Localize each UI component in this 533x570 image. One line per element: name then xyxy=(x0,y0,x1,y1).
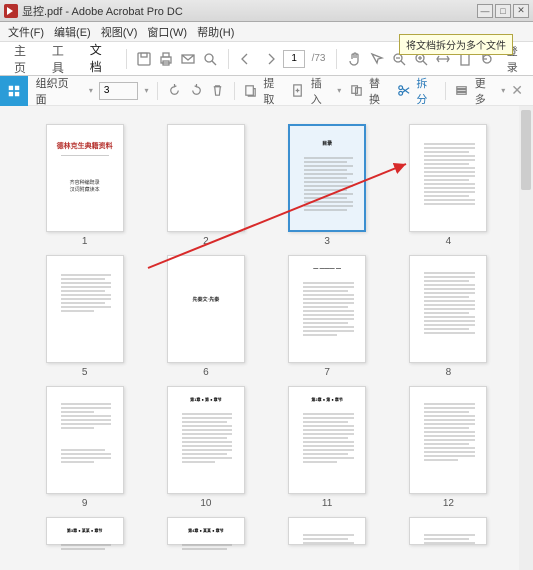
print-icon[interactable] xyxy=(158,50,174,68)
page-thumbnail-11[interactable]: 第2章 ● 第 ● 章节 11 xyxy=(271,386,384,509)
page-thumbnail-16[interactable] xyxy=(392,517,505,545)
tab-home[interactable]: 主页 xyxy=(8,38,40,80)
page-label: 2 xyxy=(203,236,209,247)
mail-icon[interactable] xyxy=(180,50,196,68)
close-toolbar-button[interactable]: ✕ xyxy=(511,82,523,99)
page-number-input[interactable]: 1 xyxy=(283,50,305,68)
page-thumbnail-4[interactable]: 4 xyxy=(392,124,505,247)
menu-help[interactable]: 帮助(H) xyxy=(193,22,238,42)
organize-label: 组织页面 xyxy=(32,75,83,107)
page-select-input[interactable]: 3 xyxy=(99,82,139,100)
page-label: 7 xyxy=(324,367,330,378)
page-label: 5 xyxy=(82,367,88,378)
page-thumbnail-6[interactable]: 先秦文·先秦 6 xyxy=(149,255,262,378)
dropdown-icon[interactable]: ▾ xyxy=(142,86,150,95)
minimize-button[interactable]: — xyxy=(477,4,493,18)
tooltip: 将文档拆分为多个文件 xyxy=(399,34,513,55)
vertical-scrollbar[interactable] xyxy=(519,106,533,570)
insert-button[interactable]: 插入▾ xyxy=(311,75,344,107)
tab-document[interactable]: 文档 xyxy=(84,37,116,81)
select-icon[interactable] xyxy=(369,50,385,68)
extract-icon[interactable] xyxy=(242,82,260,100)
page-label: 4 xyxy=(446,236,452,247)
page-label: 1 xyxy=(82,236,88,247)
page-thumbnail-13[interactable]: 第3章 ● 某某 ● 章节 xyxy=(28,517,141,545)
page-thumbnail-1[interactable]: 德林克生典籍资料 齐容种编既录 汉词附藏读本 1 xyxy=(28,124,141,247)
insert-icon[interactable] xyxy=(289,82,307,100)
page-thumbnail-7[interactable]: — ——— — 7 xyxy=(271,255,384,378)
rotate-left-icon[interactable] xyxy=(165,82,183,100)
page-label: 9 xyxy=(82,498,88,509)
page-thumbnail-12[interactable]: 12 xyxy=(392,386,505,509)
page-thumbnail-5[interactable]: 5 xyxy=(28,255,141,378)
page-thumbnail-9[interactable]: 9 xyxy=(28,386,141,509)
page-label: 12 xyxy=(443,498,454,509)
tab-tools[interactable]: 工具 xyxy=(46,38,78,80)
page-label: 11 xyxy=(322,498,332,509)
window-titlebar: 显控.pdf - Adobe Acrobat Pro DC — □ ✕ xyxy=(0,0,533,22)
delete-icon[interactable] xyxy=(209,82,227,100)
window-title: 显控.pdf - Adobe Acrobat Pro DC xyxy=(22,3,477,19)
organize-toolbar: 组织页面 ▾ 3 ▾ 提取 插入▾ 替换 拆分 更多▾ ✕ xyxy=(0,76,533,106)
close-button[interactable]: ✕ xyxy=(513,4,529,18)
next-page-icon[interactable] xyxy=(261,50,277,68)
extract-button[interactable]: 提取 xyxy=(263,75,285,107)
page-thumbnail-10[interactable]: 第1章 ● 第 ● 章节 10 xyxy=(149,386,262,509)
hand-icon[interactable] xyxy=(347,50,363,68)
page-label: 3 xyxy=(324,236,330,247)
page-label: 6 xyxy=(203,367,209,378)
rotate-right-icon[interactable] xyxy=(187,82,205,100)
page-thumbnail-14[interactable]: 第4章 ● 某某 ● 章节 xyxy=(149,517,262,545)
more-button[interactable]: 更多▾ xyxy=(475,75,508,107)
page-thumbnail-2[interactable]: 2 xyxy=(149,124,262,247)
page-thumbnail-8[interactable]: 8 xyxy=(392,255,505,378)
app-icon xyxy=(4,4,18,18)
organize-pages-icon[interactable] xyxy=(0,76,28,106)
scissors-icon[interactable] xyxy=(395,82,413,100)
maximize-button[interactable]: □ xyxy=(495,4,511,18)
more-icon[interactable] xyxy=(453,82,471,100)
replace-icon[interactable] xyxy=(347,82,365,100)
menu-window[interactable]: 窗口(W) xyxy=(143,22,191,42)
dropdown-icon[interactable]: ▾ xyxy=(87,86,95,95)
page-thumbnail-15[interactable] xyxy=(271,517,384,545)
page-thumbnails-panel: 德林克生典籍资料 齐容种编既录 汉词附藏读本 1 2 目录 3 4 xyxy=(0,106,533,570)
page-label: 8 xyxy=(446,367,452,378)
prev-page-icon[interactable] xyxy=(239,50,255,68)
search-icon[interactable] xyxy=(202,50,218,68)
page-count: /73 xyxy=(311,50,326,68)
save-icon[interactable] xyxy=(136,50,152,68)
replace-button[interactable]: 替换 xyxy=(369,75,391,107)
split-button[interactable]: 拆分 xyxy=(416,75,438,107)
page-label: 10 xyxy=(200,498,211,509)
page-thumbnail-3[interactable]: 目录 3 xyxy=(271,124,384,247)
